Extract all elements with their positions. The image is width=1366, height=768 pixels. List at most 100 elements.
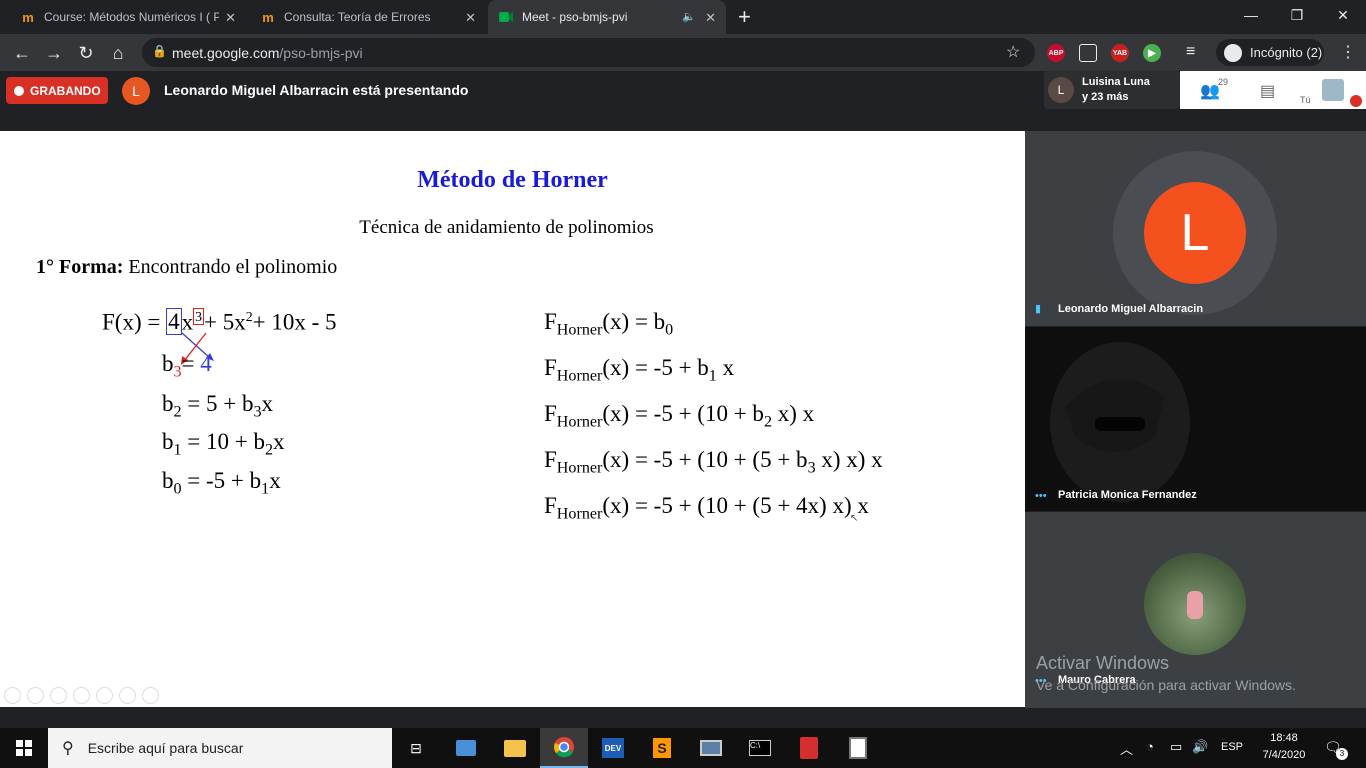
tab-course[interactable]: m Course: Métodos Numéricos I ( P ✕ (10, 0, 246, 34)
notification-count: 3 (1336, 748, 1348, 760)
presenter-avatar: L (122, 77, 150, 105)
chevron-up-icon[interactable]: ︿ (1120, 739, 1133, 758)
avatar: L (1048, 77, 1074, 103)
tile-presenter[interactable]: L ▮ Leonardo Miguel Albarracin (1025, 131, 1366, 326)
minimize-icon[interactable]: — (1228, 0, 1274, 30)
window-close-icon[interactable]: ✕ (1320, 0, 1366, 30)
tile-mauro[interactable]: Activar Windows ••• Mauro Cabrera Ve a C… (1025, 512, 1366, 708)
lock-icon: 🔒 (152, 44, 167, 58)
tab-consulta[interactable]: m Consulta: Teoría de Errores ✕ (250, 0, 486, 34)
slide-subtitle: Técnica de anidamiento de polinomios (359, 217, 654, 238)
taskbar-search[interactable]: ⚲ Escribe aquí para buscar (48, 728, 392, 768)
avatar: L (1144, 182, 1246, 284)
next-slide-icon[interactable] (27, 687, 44, 704)
meet-header: GRABANDO L Leonardo Miguel Albarracin es… (0, 71, 1366, 131)
meet-side-controls: 👥 29 ▤ Tú (1180, 71, 1366, 109)
windows-watermark-title: Activar Windows (1036, 653, 1170, 673)
pen-icon[interactable] (50, 687, 67, 704)
search-placeholder: Escribe aquí para buscar (87, 740, 244, 756)
dev-cpp-icon[interactable]: DEV (589, 728, 637, 768)
chat-icon[interactable]: ▤ (1260, 81, 1275, 101)
windows-watermark-text: Ve a Configuración para activar Windows. (1036, 677, 1296, 693)
volume-icon[interactable]: 🔊 (1192, 739, 1208, 755)
adblock-icon[interactable]: ABP (1047, 44, 1065, 62)
horner-step-4: FHorner(x) = -5 + (10 + (5 + b3 x) x) x (544, 447, 883, 477)
prev-slide-icon[interactable] (4, 687, 21, 704)
media-icon[interactable]: ≡ (1186, 43, 1195, 61)
home-icon[interactable]: ⌂ (106, 41, 130, 65)
close-icon[interactable]: ✕ (465, 10, 476, 26)
tab-title: Meet - pso-bmjs-pvi (522, 10, 628, 24)
star-icon[interactable]: ☆ (1006, 42, 1020, 62)
video-tiles: L ▮ Leonardo Miguel Albarracin ••• Patri… (1025, 131, 1366, 708)
speaking-icon: ▮ (1035, 303, 1042, 315)
tile-name: Leonardo Miguel Albarracin (1058, 303, 1204, 315)
presenting-text: Leonardo Miguel Albarracin está presenta… (164, 82, 469, 98)
windows-start-icon[interactable] (0, 728, 48, 768)
horner-step-3: FHorner(x) = -5 + (10 + b2 x) x (544, 401, 815, 431)
equation-b0: b0 = -5 + b1x (162, 468, 281, 498)
video-frame (1050, 342, 1190, 502)
extension-icon[interactable] (1079, 44, 1097, 62)
tile-patricia[interactable]: ••• Patricia Monica Fernandez (1025, 327, 1366, 511)
tab-meet[interactable]: Meet - pso-bmjs-pvi 🔈 ✕ (488, 0, 726, 34)
search-icon: ⚲ (62, 740, 74, 757)
menu-icon[interactable]: ⋮ (1340, 42, 1356, 62)
moodle-icon: m (262, 9, 274, 25)
horner-step-5: FHorner(x) = -5 + (10 + (5 + 4x) x) x (544, 493, 869, 523)
windows-taskbar: ⚲ Escribe aquí para buscar ⊟ DEV S C:\ ︿… (0, 728, 1366, 768)
form-text: Encontrando el polinomio (128, 256, 338, 278)
people-icon[interactable]: 👥 (1200, 81, 1220, 101)
participants-preview[interactable]: L Luisina Luna y 23 más (1044, 71, 1180, 109)
slide-title: Método de Horner (417, 167, 608, 193)
file-explorer-icon[interactable] (491, 728, 539, 768)
pdf-reader-icon[interactable] (785, 728, 833, 768)
url-text: meet.google.com/pso-bmjs-pvi (172, 45, 363, 61)
meet-footer (0, 708, 1366, 728)
address-bar[interactable]: 🔒 meet.google.com/pso-bmjs-pvi ☆ (142, 38, 1035, 67)
restore-icon[interactable]: ❐ (1274, 0, 1320, 30)
calculator-icon[interactable] (834, 728, 882, 768)
yab-icon[interactable]: YAB (1111, 44, 1129, 62)
equation-b3: b3= 4 (162, 351, 212, 381)
battery-icon[interactable]: ▭ (1170, 739, 1182, 755)
sublime-text-icon[interactable]: S (638, 728, 686, 768)
equation-b1: b1 = 10 + b2x (162, 429, 285, 459)
more-icon[interactable] (142, 687, 159, 704)
back-icon[interactable]: ← (10, 41, 34, 65)
mic-off-icon[interactable] (1350, 95, 1362, 107)
reload-icon[interactable]: ↻ (74, 41, 98, 65)
play-icon[interactable]: ▶ (1143, 44, 1161, 62)
zoom-icon[interactable] (96, 687, 113, 704)
tab-title: Consulta: Teoría de Errores (284, 10, 431, 24)
subtitles-icon[interactable] (119, 687, 136, 704)
close-icon[interactable]: ✕ (705, 10, 716, 26)
remote-desktop-icon[interactable] (687, 728, 735, 768)
form-heading: 1° Forma: Encontrando el polinomio (36, 256, 337, 279)
close-icon[interactable]: ✕ (225, 10, 236, 26)
slides-icon[interactable] (73, 687, 90, 704)
self-video-thumbnail[interactable] (1322, 79, 1344, 101)
chrome-icon[interactable] (540, 728, 588, 768)
slide-controls (4, 687, 159, 704)
avatar-photo (1144, 553, 1246, 655)
record-dot-icon (14, 85, 24, 96)
speaking-icon: ••• (1035, 490, 1047, 502)
network-app-icon[interactable] (442, 728, 490, 768)
forward-icon[interactable]: → (42, 41, 66, 65)
clock-date[interactable]: 7/4/2020 (1254, 749, 1314, 761)
cmd-icon[interactable]: C:\ (736, 728, 784, 768)
clock-time[interactable]: 18:48 (1258, 732, 1310, 744)
task-view-icon[interactable]: ⊟ (392, 728, 440, 768)
you-label: Tú (1300, 95, 1311, 105)
new-tab-button[interactable]: + (738, 4, 758, 29)
horner-step-1: FHorner(x) = b0 (544, 309, 674, 339)
incognito-badge[interactable]: Incógnito (2) (1216, 39, 1324, 66)
language-indicator[interactable]: ESP (1221, 741, 1243, 753)
speaker-icon[interactable]: 🔈 (682, 10, 696, 23)
participant-count: 29 (1218, 77, 1229, 87)
incognito-icon (1224, 43, 1242, 62)
horner-step-2: FHorner(x) = -5 + b1 x (544, 355, 735, 385)
tab-title: Course: Métodos Numéricos I ( P (44, 10, 219, 24)
wifi-icon[interactable]: ◔ (1146, 739, 1154, 754)
